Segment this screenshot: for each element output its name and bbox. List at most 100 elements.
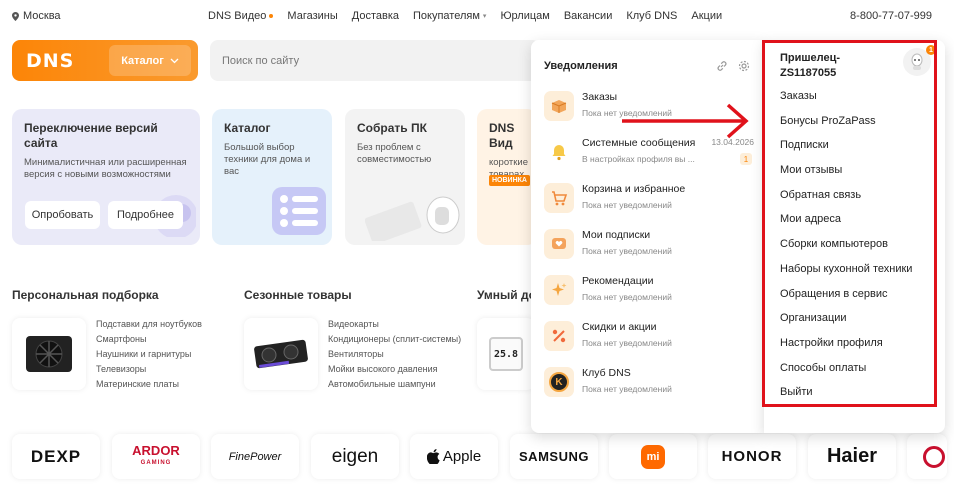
brand-eigen[interactable]: eigen — [311, 434, 399, 479]
section-list-personal: Подставки для ноутбуков Смартфоны Наушни… — [96, 317, 202, 392]
catalog-label: Каталог — [121, 54, 164, 67]
notification-title: Заказы — [582, 91, 618, 103]
notification-system[interactable]: Системные сообщения В настройках профиля… — [544, 137, 754, 177]
laptop-cooler-icon — [26, 336, 72, 372]
version-switch-card[interactable]: Переключение версий сайта Минималистична… — [12, 109, 200, 245]
notification-club[interactable]: K Клуб DNS Пока нет уведомлений — [544, 367, 754, 407]
card-title: Собрать ПК — [357, 121, 427, 135]
notification-title: Рекомендации — [582, 275, 654, 287]
brand-dexp[interactable]: DEXP — [12, 434, 100, 479]
catalog-button[interactable]: Каталог — [109, 45, 191, 76]
new-badge: НОВИНКА — [489, 175, 530, 186]
category-link[interactable]: Материнские платы — [96, 377, 202, 392]
header-logo-block: DNS Каталог — [12, 40, 198, 81]
category-link[interactable]: Видеокарты — [328, 317, 461, 332]
section-list-seasonal: Видеокарты Кондиционеры (сплит-системы) … — [328, 317, 461, 392]
brand-samsung[interactable]: SAMSUNG — [510, 434, 598, 479]
try-button[interactable]: Опробовать — [25, 201, 100, 229]
brand-xiaomi[interactable]: mi — [609, 434, 697, 479]
device-screen-text: 25.8 — [493, 348, 519, 360]
category-link[interactable]: Мойки высокого давления — [328, 362, 461, 377]
city-label: Москва — [23, 10, 61, 22]
nav-legal[interactable]: Юрлицам — [500, 10, 549, 22]
apple-logo-icon — [426, 449, 440, 464]
nav-customers[interactable]: Покупателям ▾ — [413, 10, 486, 22]
notifications-title: Уведомления — [544, 60, 618, 72]
notification-recommendations[interactable]: Рекомендации Пока нет уведомлений — [544, 275, 754, 315]
category-link[interactable]: Подставки для ноутбуков — [96, 317, 202, 332]
category-link[interactable]: Смартфоны — [96, 332, 202, 347]
notification-sub: В настройках профиля вы ... — [582, 154, 695, 164]
sparkle-icon — [544, 275, 574, 305]
search-placeholder: Поиск по сайту — [222, 54, 300, 67]
brand-apple-name: Apple — [442, 448, 482, 465]
notification-discounts[interactable]: Скидки и акции Пока нет уведомлений — [544, 321, 754, 361]
notification-sub: Пока нет уведомлений — [582, 292, 672, 302]
club-icon: K — [544, 367, 574, 397]
brand-finepower[interactable]: FinePower — [211, 434, 299, 479]
thermometer-device-icon: 25.8 — [489, 337, 523, 371]
nav-club[interactable]: Клуб DNS — [626, 10, 677, 22]
card-text: Минималистичная или расширенная версия с… — [24, 157, 187, 180]
nav-label: DNS Видео — [208, 10, 267, 22]
notifications-tools — [716, 60, 750, 72]
highlight-frame — [762, 40, 937, 407]
brand-honor[interactable]: HONOR — [708, 434, 796, 479]
card-title: Переключение версий сайта — [24, 121, 158, 150]
category-link[interactable]: Кондиционеры (сплит-системы) — [328, 332, 461, 347]
category-link[interactable]: Вентиляторы — [328, 347, 461, 362]
card-text: Большой выбор техники для дома и вас — [224, 142, 311, 177]
nav-delivery[interactable]: Доставка — [352, 10, 399, 22]
percent-icon — [544, 321, 574, 351]
search-input[interactable]: Поиск по сайту — [210, 40, 540, 81]
notification-cart[interactable]: Корзина и избранное Пока нет уведомлений — [544, 183, 754, 223]
unread-count-badge: 1 — [740, 153, 752, 165]
nav-vacancies[interactable]: Вакансии — [564, 10, 613, 22]
dns-logo[interactable]: DNS — [26, 50, 74, 72]
arrow-right-icon — [622, 103, 749, 139]
section-title-seasonal: Сезонные товары — [244, 288, 352, 302]
more-button[interactable]: Подробнее — [108, 201, 183, 229]
card-text: Без проблем с совместимостью — [357, 142, 432, 165]
notification-title: Корзина и избранное — [582, 183, 686, 195]
brand-ardor-sub: GAMING — [140, 459, 172, 466]
catalog-card[interactable]: Каталог Большой выбор техники для дома и… — [212, 109, 332, 245]
chevron-down-icon: ▾ — [482, 13, 487, 20]
phone-number[interactable]: 8-800-77-07-999 — [850, 10, 932, 22]
box-icon — [544, 91, 574, 121]
link-icon[interactable] — [716, 60, 728, 72]
notification-sub: Пока нет уведомлений — [582, 246, 672, 256]
city-selector[interactable]: Москва — [12, 10, 61, 22]
section-title-personal: Персональная подборка — [12, 288, 159, 302]
product-thumb[interactable]: 25.8 — [477, 318, 535, 390]
nav-promos[interactable]: Акции — [691, 10, 722, 22]
chevron-down-icon — [170, 58, 179, 63]
notification-subscriptions[interactable]: Мои подписки Пока нет уведомлений — [544, 229, 754, 269]
notification-title: Скидки и акции — [582, 321, 657, 333]
brand-ardor[interactable]: ARDOR GAMING — [112, 434, 200, 479]
brand-apple[interactable]: Apple — [410, 434, 498, 479]
card-title: DNS Вид — [489, 121, 515, 150]
brand-partial-logo-icon — [923, 445, 945, 468]
location-pin-icon — [12, 11, 19, 21]
brand-ardor-name: ARDOR — [132, 442, 180, 458]
nav-stores[interactable]: Магазины — [287, 10, 337, 22]
brand-partial[interactable] — [907, 434, 947, 479]
heart-chat-icon — [544, 229, 574, 259]
notification-title: Мои подписки — [582, 229, 651, 241]
xiaomi-logo-icon: mi — [641, 444, 665, 469]
gear-icon[interactable] — [738, 60, 750, 72]
build-pc-card[interactable]: Собрать ПК Без проблем с совместимостью — [345, 109, 465, 245]
club-letter: K — [555, 376, 563, 388]
brand-haier[interactable]: Haier — [808, 434, 896, 479]
graphics-card-icon — [254, 339, 308, 369]
nav-dns-video[interactable]: DNS Видео — [208, 10, 274, 22]
product-thumb[interactable] — [244, 318, 318, 390]
dns-video-card[interactable]: DNS Вид короткие товарах НОВИНКА — [477, 109, 537, 245]
category-link[interactable]: Автомобильные шампуни — [328, 377, 461, 392]
top-bar: Москва DNS Видео Магазины Доставка Покуп… — [0, 0, 954, 34]
category-link[interactable]: Наушники и гарнитуры — [96, 347, 202, 362]
product-thumb[interactable] — [12, 318, 86, 390]
category-link[interactable]: Телевизоры — [96, 362, 202, 377]
section-title-smart: Умный до — [477, 288, 536, 302]
